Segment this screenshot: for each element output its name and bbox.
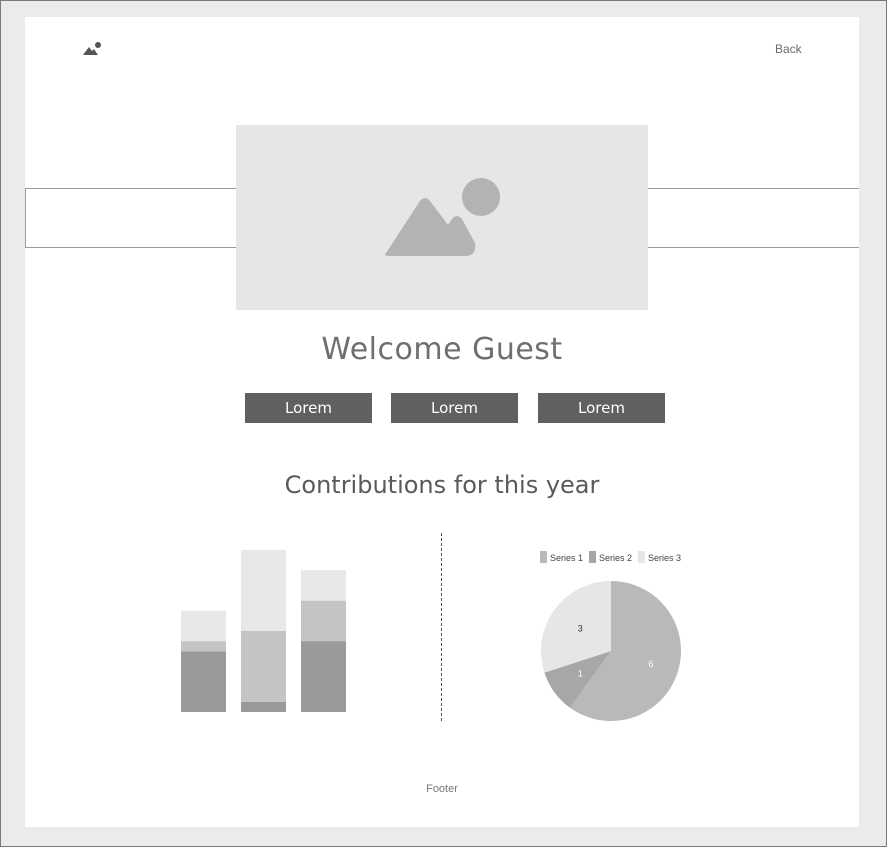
legend-swatch-3	[638, 551, 645, 563]
bar-1-segment-1	[181, 651, 226, 712]
lorem-button-1[interactable]: Lorem	[245, 393, 372, 423]
stacked-bar-chart	[181, 550, 346, 712]
lorem-button-2[interactable]: Lorem	[391, 393, 518, 423]
bar-2-segment-3	[241, 550, 286, 631]
bar-3-segment-2	[301, 600, 346, 642]
bar-1-segment-2	[181, 641, 226, 652]
welcome-title: Welcome Guest	[321, 332, 563, 367]
back-link[interactable]: Back	[775, 42, 802, 56]
pie-data-label-2: 1	[578, 668, 583, 678]
bar-2-segment-2	[241, 631, 286, 702]
footer: Footer	[426, 783, 458, 795]
legend-label-1: Series 1	[550, 553, 583, 563]
legend-swatch-2	[589, 551, 596, 563]
section-title: Contributions for this year	[284, 471, 600, 499]
lorem-button-3[interactable]: Lorem	[538, 393, 665, 423]
page: Back Welcome Guest Lorem Lorem Lorem Con…	[25, 17, 859, 827]
browser-frame: Back Welcome Guest Lorem Lorem Lorem Con…	[0, 0, 887, 847]
chart-divider	[441, 533, 442, 721]
bar-1-segment-3	[181, 610, 226, 642]
legend-swatch-1	[540, 551, 547, 563]
pie-chart: Series 1 Series 2 Series 3 6 1 3	[540, 551, 681, 721]
legend-label-2: Series 2	[599, 553, 632, 563]
pie-data-label-3: 3	[578, 624, 583, 634]
pie-data-label-1: 6	[648, 659, 653, 669]
bar-3-segment-3	[301, 570, 346, 601]
legend-label-3: Series 3	[648, 553, 681, 563]
image-icon[interactable]	[81, 41, 103, 57]
hero-image	[236, 125, 648, 310]
bar-3-segment-1	[301, 641, 346, 712]
bar-2-segment-1	[241, 701, 286, 712]
image-placeholder-icon	[384, 178, 500, 256]
